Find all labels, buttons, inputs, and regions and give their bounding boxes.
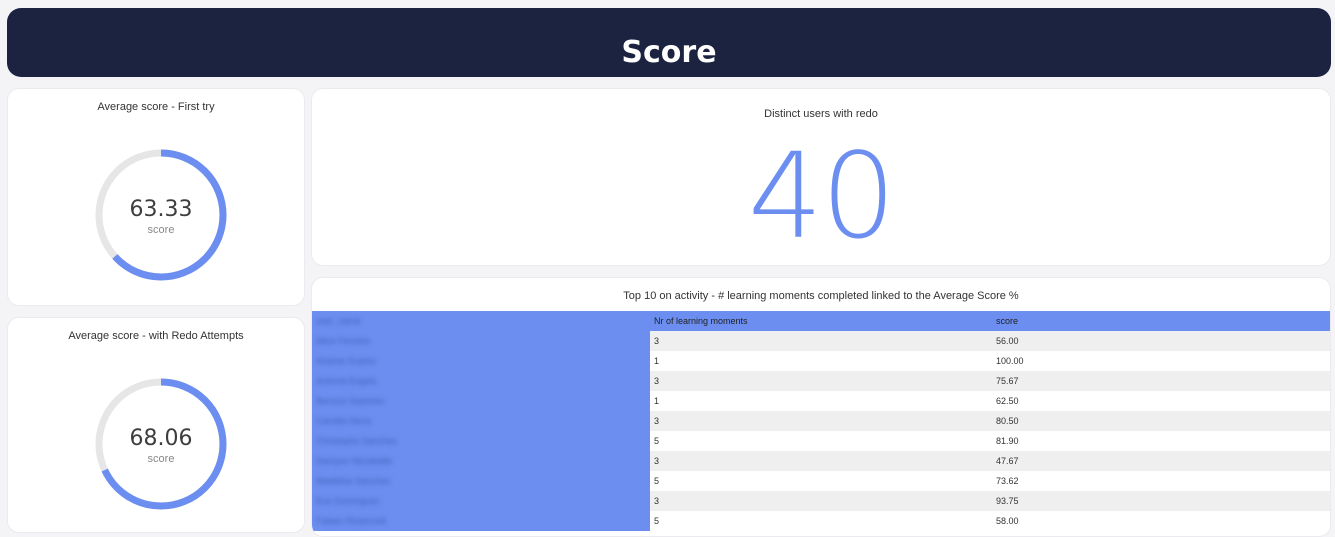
table-header-row: user_name Nr of learning moments score bbox=[312, 311, 1330, 331]
table-row[interactable]: Andrea Suarez 1 100.00 bbox=[312, 351, 1330, 371]
table-row[interactable]: Alice Ferreira 3 56.00 bbox=[312, 331, 1330, 351]
gauge-first-title: Average score - First try bbox=[97, 101, 215, 113]
cell-user-name: Bernice Saarinen bbox=[312, 391, 650, 411]
cell-moments: 5 bbox=[650, 511, 992, 531]
cell-score: 56.00 bbox=[992, 331, 1330, 351]
table-row[interactable]: Eve Dominguez 3 93.75 bbox=[312, 491, 1330, 511]
cell-user-name: Madeline Sanchez bbox=[312, 471, 650, 491]
cell-moments: 1 bbox=[650, 351, 992, 371]
cell-user-name: Andrea Suarez bbox=[312, 351, 650, 371]
cell-moments: 1 bbox=[650, 391, 992, 411]
cell-score: 73.62 bbox=[992, 471, 1330, 491]
cell-moments: 3 bbox=[650, 371, 992, 391]
column-header-moments[interactable]: Nr of learning moments bbox=[650, 311, 992, 331]
table-row[interactable]: Fabian Rosenvelt 5 58.00 bbox=[312, 511, 1330, 531]
column-header-user-name[interactable]: user_name bbox=[312, 311, 650, 331]
cell-user-name: Alice Ferreira bbox=[312, 331, 650, 351]
cell-user-name: Christophe Sanchez bbox=[312, 431, 650, 451]
cell-score: 75.67 bbox=[992, 371, 1330, 391]
cell-user-name: Camilla Herra bbox=[312, 411, 650, 431]
table-title: Top 10 on activity - # learning moments … bbox=[623, 290, 1019, 302]
table-row[interactable]: Camilla Herra 3 80.50 bbox=[312, 411, 1330, 431]
cell-user-name: Damyon Nezabelle bbox=[312, 451, 650, 471]
cell-user-name: Antonia Engels bbox=[312, 371, 650, 391]
table-row[interactable]: Bernice Saarinen 1 62.50 bbox=[312, 391, 1330, 411]
table-row[interactable]: Madeline Sanchez 5 73.62 bbox=[312, 471, 1330, 491]
kpi-value: 40 bbox=[747, 127, 896, 265]
gauge-card-first-try: Average score - First try 63.33 score bbox=[7, 88, 305, 306]
cell-score: 100.00 bbox=[992, 351, 1330, 371]
cell-score: 47.67 bbox=[992, 451, 1330, 471]
cell-user-name: Eve Dominguez bbox=[312, 491, 650, 511]
gauge-redo-value: 68.06 bbox=[130, 426, 193, 451]
cell-moments: 3 bbox=[650, 491, 992, 511]
dashboard-header: Score bbox=[7, 8, 1331, 77]
top10-table: user_name Nr of learning moments score A… bbox=[312, 311, 1330, 531]
gauge-first-unit: score bbox=[148, 224, 175, 236]
gauge-redo-title: Average score - with Redo Attempts bbox=[68, 330, 244, 342]
top10-table-card: Top 10 on activity - # learning moments … bbox=[311, 277, 1331, 537]
cell-score: 62.50 bbox=[992, 391, 1330, 411]
cell-score: 81.90 bbox=[992, 431, 1330, 451]
cell-score: 80.50 bbox=[992, 411, 1330, 431]
page-title: Score bbox=[621, 35, 717, 70]
gauge-card-redo: Average score - with Redo Attempts 68.06… bbox=[7, 317, 305, 533]
cell-user-name: Fabian Rosenvelt bbox=[312, 511, 650, 531]
kpi-title: Distinct users with redo bbox=[764, 108, 878, 120]
cell-moments: 3 bbox=[650, 331, 992, 351]
cell-moments: 3 bbox=[650, 451, 992, 471]
cell-moments: 5 bbox=[650, 471, 992, 491]
gauge-redo-unit: score bbox=[148, 453, 175, 465]
gauge-redo: 68.06 score bbox=[95, 378, 227, 510]
table-row[interactable]: Christophe Sanchez 5 81.90 bbox=[312, 431, 1330, 451]
table-row[interactable]: Antonia Engels 3 75.67 bbox=[312, 371, 1330, 391]
kpi-card-distinct-users: Distinct users with redo 40 bbox=[311, 88, 1331, 266]
gauge-first-value: 63.33 bbox=[130, 197, 193, 222]
cell-score: 93.75 bbox=[992, 491, 1330, 511]
column-header-score[interactable]: score bbox=[992, 311, 1330, 331]
table-row[interactable]: Damyon Nezabelle 3 47.67 bbox=[312, 451, 1330, 471]
cell-moments: 3 bbox=[650, 411, 992, 431]
gauge-first: 63.33 score bbox=[95, 149, 227, 281]
cell-moments: 5 bbox=[650, 431, 992, 451]
cell-score: 58.00 bbox=[992, 511, 1330, 531]
